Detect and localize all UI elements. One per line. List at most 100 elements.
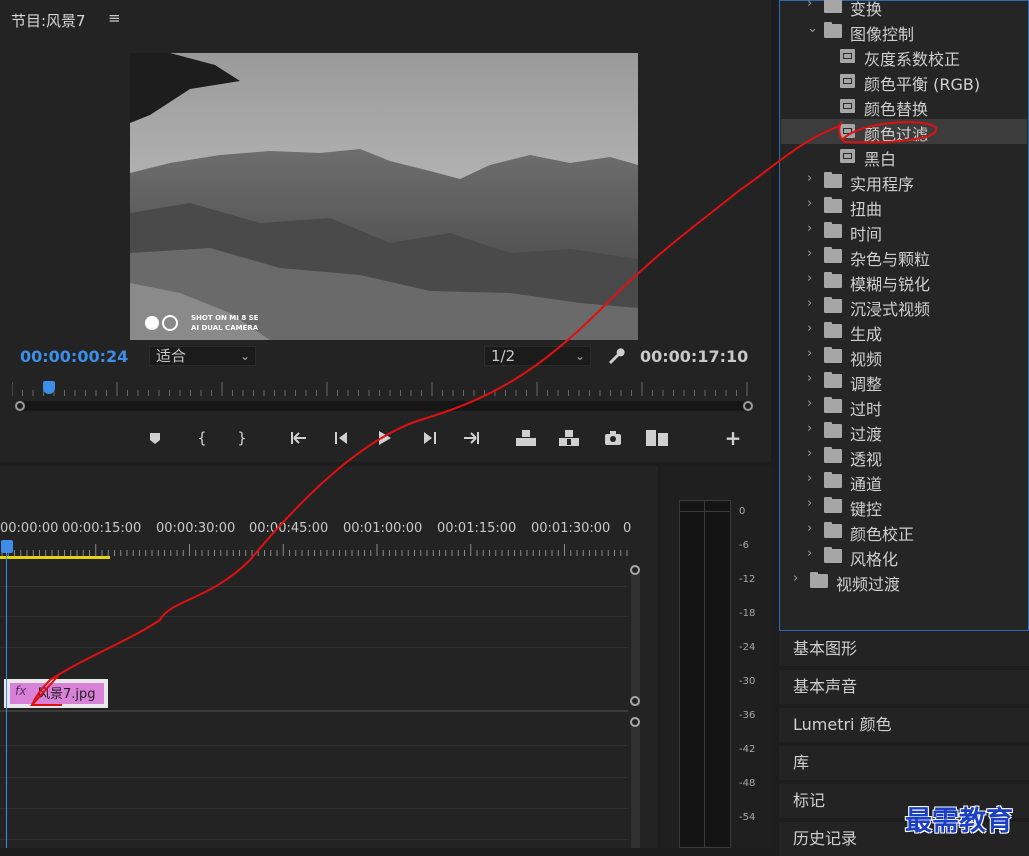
- chevron-right-icon[interactable]: ›: [807, 346, 812, 361]
- effects-folder[interactable]: › 实用程序: [781, 169, 1027, 194]
- effects-folder[interactable]: › 杂色与颗粒: [781, 244, 1027, 269]
- add-button-icon[interactable]: +: [723, 428, 743, 448]
- zoom-handle-right[interactable]: [743, 401, 753, 411]
- current-timecode[interactable]: 00:00:00:24: [20, 347, 128, 366]
- effects-folder[interactable]: › 视频: [781, 344, 1027, 369]
- chevron-right-icon[interactable]: ›: [807, 496, 812, 511]
- effects-folder[interactable]: › 沉浸式视频: [781, 294, 1027, 319]
- effects-folder[interactable]: › 过时: [781, 394, 1027, 419]
- panel-tab-libraries[interactable]: 库: [779, 746, 1029, 780]
- meter-scale-label: -48: [739, 778, 756, 789]
- timeline-ruler[interactable]: 00:00:00 00:00:15:00 00:00:30:00 00:00:45:0…: [0, 521, 640, 543]
- chevron-right-icon[interactable]: ›: [807, 221, 812, 236]
- effects-folder[interactable]: › 生成: [781, 319, 1027, 344]
- track-divider: [0, 745, 628, 746]
- folder-icon: [824, 197, 842, 213]
- tree-item-label: 过时: [850, 400, 883, 419]
- panel-tab-lumetri-color[interactable]: Lumetri 颜色: [779, 708, 1029, 742]
- work-area-bar[interactable]: [0, 556, 110, 559]
- track-divider: [0, 839, 628, 840]
- chevron-right-icon[interactable]: ›: [793, 571, 798, 586]
- audio-tracks-scrollbar[interactable]: [631, 718, 640, 848]
- chevron-right-icon[interactable]: ›: [807, 371, 812, 386]
- effects-folder[interactable]: › 视频过渡: [781, 569, 1027, 594]
- extract-icon[interactable]: [558, 428, 579, 448]
- effect-preset-icon: [840, 99, 855, 113]
- timeline-playhead-line[interactable]: [6, 552, 7, 848]
- go-to-in-icon[interactable]: [289, 428, 309, 448]
- effects-folder[interactable]: ⌄ 图像控制: [781, 19, 1027, 44]
- scroll-handle-bottom[interactable]: [630, 696, 640, 706]
- panel-tab-essential-graphics[interactable]: 基本图形: [779, 632, 1029, 666]
- panel-tab-essential-sound[interactable]: 基本声音: [779, 670, 1029, 704]
- tree-item-label: 调整: [850, 375, 883, 394]
- resolution-select[interactable]: 1/2 ⌄: [484, 346, 591, 366]
- effects-folder[interactable]: › 颜色校正: [781, 519, 1027, 544]
- video-tracks-scrollbar[interactable]: [631, 566, 640, 706]
- landscape-image: SHOT ON MI 8 SE AI DUAL CAMERA: [130, 53, 638, 340]
- zoom-handle-left[interactable]: [15, 401, 25, 411]
- chevron-right-icon[interactable]: ›: [807, 396, 812, 411]
- effects-folder[interactable]: › 透视: [781, 444, 1027, 469]
- effect-item[interactable]: 颜色平衡 (RGB): [781, 69, 1027, 94]
- video-audio-separator[interactable]: [0, 710, 628, 712]
- track-divider: [0, 586, 628, 587]
- chevron-right-icon[interactable]: ›: [807, 271, 812, 286]
- monitor-time-ruler[interactable]: [12, 380, 752, 396]
- effects-folder[interactable]: › 模糊与锐化: [781, 269, 1027, 294]
- effects-folder[interactable]: › 过渡: [781, 419, 1027, 444]
- chevron-right-icon[interactable]: ›: [807, 446, 812, 461]
- add-marker-icon[interactable]: [145, 428, 165, 448]
- scroll-handle-top[interactable]: [630, 717, 640, 727]
- meter-scale-label: -30: [739, 676, 756, 687]
- chevron-right-icon[interactable]: ›: [807, 171, 812, 186]
- comparison-view-icon[interactable]: [645, 428, 668, 448]
- chevron-right-icon[interactable]: ›: [807, 196, 812, 211]
- folder-icon: [824, 397, 842, 413]
- zoom-scroll-bar[interactable]: [20, 401, 748, 411]
- timeline-playhead[interactable]: [1, 540, 13, 553]
- tree-item-label: 过渡: [850, 425, 883, 444]
- chevron-right-icon[interactable]: ›: [807, 321, 812, 336]
- chevron-right-icon[interactable]: ›: [807, 546, 812, 561]
- hamburger-icon[interactable]: ≡: [108, 9, 121, 27]
- ruler-label: 00:00:00: [0, 521, 59, 536]
- chevron-down-icon[interactable]: ⌄: [807, 21, 818, 36]
- chevron-right-icon[interactable]: ›: [807, 296, 812, 311]
- chevron-right-icon[interactable]: ›: [807, 421, 812, 436]
- play-icon[interactable]: [374, 428, 394, 448]
- timeline-ruler-ticks[interactable]: [0, 542, 630, 556]
- effect-item[interactable]: 灰度系数校正: [781, 44, 1027, 69]
- step-back-icon[interactable]: [331, 428, 351, 448]
- effects-folder[interactable]: › 键控: [781, 494, 1027, 519]
- go-to-out-icon[interactable]: [461, 428, 481, 448]
- chevron-right-icon[interactable]: ›: [807, 521, 812, 536]
- step-forward-icon[interactable]: [420, 428, 440, 448]
- effects-folder[interactable]: › 变换: [781, 0, 1027, 19]
- tree-item-label: 通道: [850, 475, 883, 494]
- effects-folder[interactable]: › 风格化: [781, 544, 1027, 569]
- fx-badge[interactable]: fx: [15, 684, 26, 698]
- export-frame-icon[interactable]: [603, 428, 623, 448]
- tree-item-label: 透视: [850, 450, 883, 469]
- chevron-right-icon[interactable]: ›: [807, 0, 812, 11]
- wrench-icon[interactable]: [606, 345, 626, 365]
- effect-item[interactable]: 颜色替换: [781, 94, 1027, 119]
- scroll-handle-top[interactable]: [630, 565, 640, 575]
- tree-item-label: 沉浸式视频: [850, 300, 931, 319]
- mark-out-icon[interactable]: }: [232, 428, 252, 448]
- effects-folder[interactable]: › 时间: [781, 219, 1027, 244]
- effects-folder[interactable]: › 调整: [781, 369, 1027, 394]
- fit-zoom-select[interactable]: 适合 ⌄: [149, 346, 256, 366]
- chevron-right-icon[interactable]: ›: [807, 246, 812, 261]
- effect-item[interactable]: 黑白: [781, 144, 1027, 169]
- track-divider: [0, 616, 628, 617]
- mark-in-icon[interactable]: {: [192, 428, 212, 448]
- lift-icon[interactable]: [515, 428, 536, 448]
- effects-folder[interactable]: › 通道: [781, 469, 1027, 494]
- chevron-right-icon[interactable]: ›: [807, 471, 812, 486]
- effects-folder[interactable]: › 扭曲: [781, 194, 1027, 219]
- monitor-title[interactable]: 节目:风景7: [11, 10, 86, 31]
- effect-item[interactable]: 颜色过滤: [781, 119, 1027, 144]
- monitor-playhead[interactable]: [43, 381, 55, 394]
